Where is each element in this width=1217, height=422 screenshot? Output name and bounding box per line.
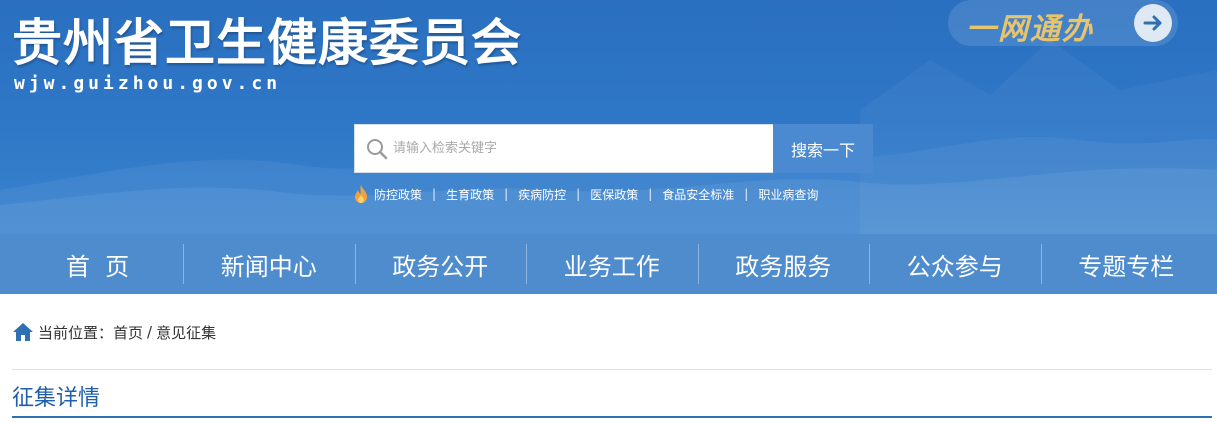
arrow-right-icon (1134, 4, 1172, 42)
nav-item-special-topics[interactable]: 专题专栏 (1040, 234, 1213, 294)
search-input[interactable] (393, 125, 768, 172)
site-title[interactable]: 贵州省卫生健康委员会 (12, 12, 522, 74)
nav-item-government-affairs[interactable]: 政务公开 (354, 234, 527, 294)
content-divider (12, 369, 1212, 370)
search-button[interactable]: 搜索一下 (773, 124, 873, 173)
search-icon (367, 139, 388, 160)
hot-link-disease-control[interactable]: 疾病防控 (518, 186, 566, 203)
home-icon (13, 323, 33, 341)
hot-link-food-safety[interactable]: 食品安全标准 (662, 186, 734, 203)
nav-item-government-services[interactable]: 政务服务 (697, 234, 870, 294)
section-title: 征集详情 (12, 386, 101, 411)
search-box (354, 124, 774, 173)
one-stop-service-button[interactable]: 一网通办 (948, 0, 1178, 47)
hot-link-separator: | (648, 187, 653, 201)
nav-item-home[interactable]: 首 页 (0, 234, 183, 294)
hot-link-occupational-disease[interactable]: 职业病查询 (758, 186, 818, 203)
hot-link-separator: | (432, 187, 437, 201)
section-title-underline (12, 416, 1212, 418)
breadcrumb: 当前位置： 首页 / 意见征集 (12, 320, 216, 344)
hot-link-birth-policy[interactable]: 生育政策 (446, 186, 494, 203)
flame-icon (355, 185, 367, 203)
nav-item-news[interactable]: 新闻中心 (183, 234, 355, 294)
hot-links: 防控政策 | 生育政策 | 疾病防控 | 医保政策 | 食品安全标准 | 职业病… (352, 184, 818, 204)
hot-link-separator: | (744, 187, 749, 201)
one-stop-service-label: 一网通办 (966, 12, 1094, 47)
nav-item-public-participation[interactable]: 公众参与 (869, 234, 1041, 294)
breadcrumb-home-link[interactable]: 首页 (113, 322, 143, 343)
breadcrumb-current[interactable]: 意见征集 (156, 322, 216, 343)
breadcrumb-prefix: 当前位置： (38, 323, 114, 342)
hot-link-separator: | (504, 187, 509, 201)
hot-link-medical-insurance[interactable]: 医保政策 (590, 186, 638, 203)
hot-link-separator: | (576, 187, 581, 201)
hot-link-prevention-policy[interactable]: 防控政策 (374, 186, 422, 203)
nav-item-business-work[interactable]: 业务工作 (526, 234, 698, 294)
site-domain: wjw.guizhou.gov.cn (14, 73, 282, 94)
breadcrumb-separator: / (147, 323, 153, 341)
main-nav: 首 页 新闻中心 政务公开 业务工作 政务服务 公众参与 专题专栏 (0, 234, 1217, 294)
